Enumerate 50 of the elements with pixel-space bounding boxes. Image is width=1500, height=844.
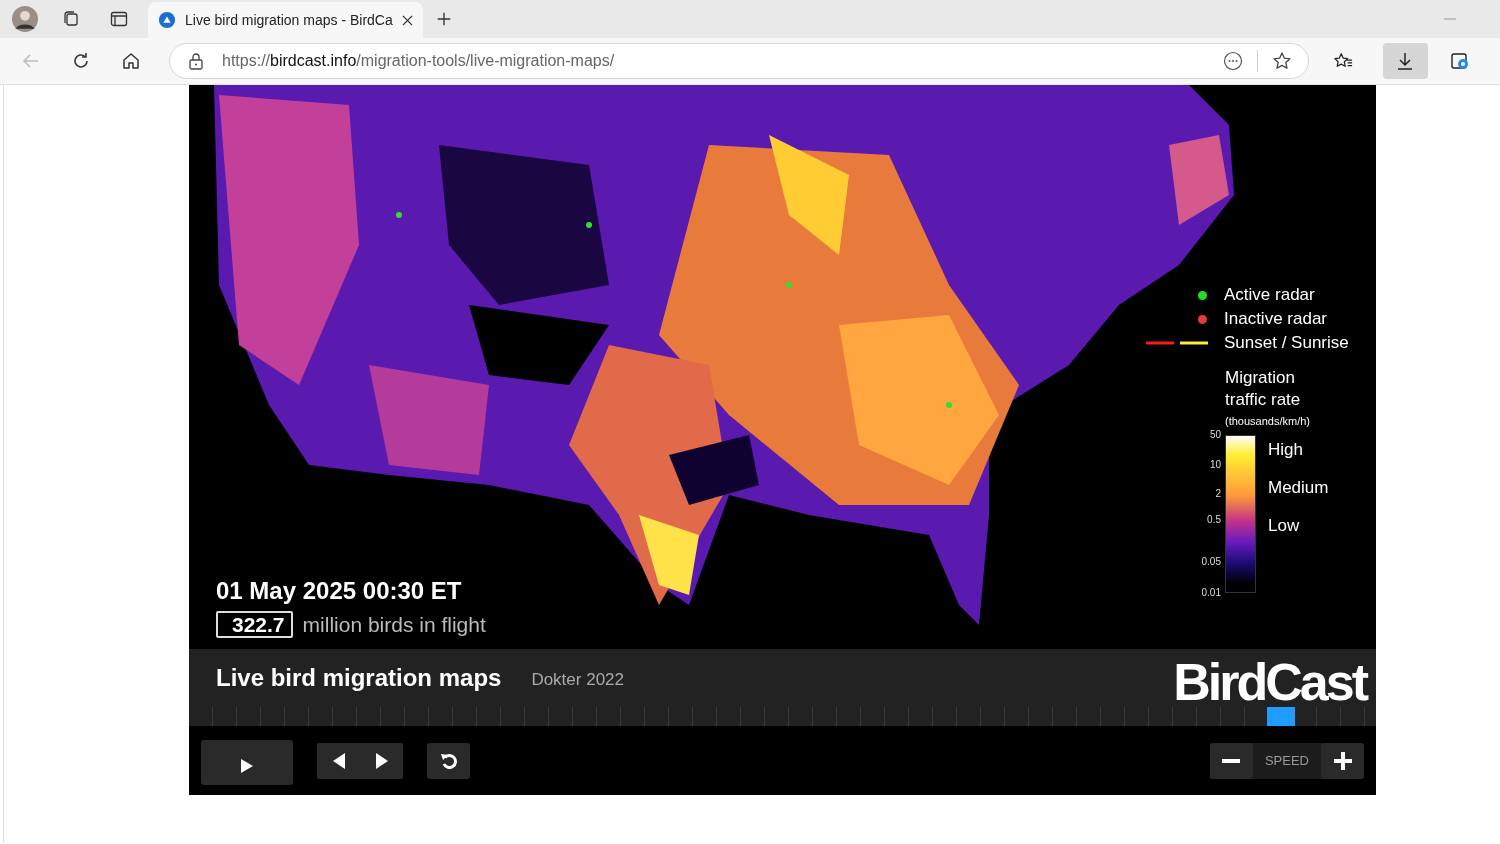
new-tab-icon[interactable] [435,10,453,28]
legend-label: Active radar [1224,285,1315,305]
timeline-handle[interactable] [1267,707,1296,726]
tab-title: Live bird migration maps - BirdCa [185,12,393,28]
scale-level-label: Low [1268,517,1301,535]
reload-icon[interactable] [71,51,91,71]
scale-tick: 0.01 [1201,588,1221,598]
scale-tick: 10 [1209,460,1221,470]
map-title: Live bird migration maps [216,664,502,692]
logo: BirdCast [1173,657,1366,707]
url-text[interactable]: https://birdcast.info/migration-tools/live-migration-maps/ [222,52,615,70]
address-bar[interactable]: https://birdcast.info/migration-tools/live-migration-maps/ [169,43,1309,79]
star-icon[interactable] [1271,51,1292,71]
scale-unit: (thousands/km/h) [1225,415,1311,427]
home-icon[interactable] [121,51,141,71]
timeline-track[interactable] [189,707,1376,726]
speed-down-button[interactable] [1209,742,1253,779]
site-icon [158,11,176,29]
date-time: 01 May 2025 00:30 ET [216,577,463,605]
scale-tick: 2 [1215,489,1221,499]
legend-label: Sunset / Sunrise [1224,333,1349,353]
profile-icon[interactable] [12,6,38,32]
count-label: million birds in flight [302,612,486,637]
previous-icon [332,752,345,769]
close-icon[interactable] [402,14,413,26]
legend-label: Inactive radar [1224,309,1327,329]
scale-tick: 50 [1209,430,1221,440]
browser-tab[interactable]: Live bird migration maps - BirdCa [148,2,423,38]
lock-icon[interactable] [188,52,204,70]
browser-essentials-icon[interactable] [1450,51,1470,71]
plus-icon [1333,751,1352,770]
more-icon[interactable] [1222,51,1243,71]
download-button[interactable] [1382,43,1428,79]
minus-icon [1222,758,1241,763]
scale-level-label: High [1268,441,1304,459]
scale-title: Migration traffic rate [1225,367,1302,411]
play-button[interactable] [201,740,293,785]
tab-actions-icon[interactable] [109,9,129,29]
speed-label: SPEED [1263,753,1310,768]
scale-tick: 0.05 [1201,557,1221,567]
play-icon [241,758,253,773]
sunset-sunrise-line-icon [1146,341,1208,345]
next-icon [375,752,388,769]
scale-tick: 0.5 [1207,515,1221,525]
scale-level-label: Medium [1268,479,1329,497]
bird-count: 322.7 [216,611,293,638]
replay-icon [439,751,458,770]
replay-button[interactable] [427,742,470,779]
credit-text: Dokter 2022 [531,670,624,690]
speed-up-button[interactable] [1321,742,1364,779]
